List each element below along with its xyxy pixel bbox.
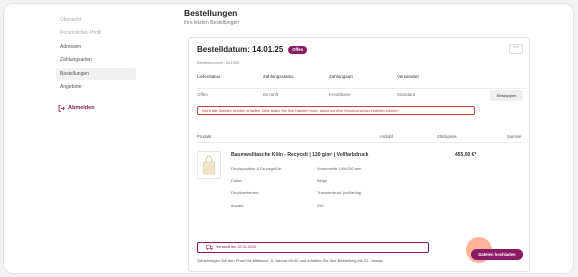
sidebar-item-orders[interactable]: Bestellungen [56,67,136,80]
collapse-button[interactable]: Einklappen [490,90,523,101]
sum-column-header: Summe [507,134,522,139]
page-subtitle: Ihre letzten Bestellungen [184,20,240,26]
shipping-date-label: Versand am 02.01.2025 [216,245,257,249]
quantity-column-header: Anzahl [380,134,393,139]
account-sidebar: Übersicht Persönliches Profil Adressen Z… [56,14,136,112]
payment-method-header: Zahlungsart [329,74,353,79]
logout-icon [58,105,65,112]
sidebar-item-addresses[interactable]: Adressen [56,41,136,53]
delivery-status-header: Lieferstatus [197,74,221,79]
spec-value: Vorderseite 140x200 mm [317,166,362,171]
order-card: Bestelldatum: 14.01.25 Offen ⋯ Bestellnu… [188,37,530,272]
spec-key: Druckverfahren: [231,190,260,196]
order-number: Bestellnummer: 051335 [197,60,240,65]
product-specs: Druckposition & Druckgröße: Vorderseite … [231,166,437,215]
shipping-method-value: Standard [397,92,416,97]
status-badge: Offen [288,45,308,54]
spec-row: Farbe: Beige [231,178,437,190]
order-date-title: Bestelldatum: 14.01.25 [197,45,284,54]
payment-status-header: Zahlungsstatus [263,74,294,79]
status-divider [197,88,525,89]
proof-deadline-note: Genehmigen Sie den Proof bis Mittwoch, 8… [197,258,384,263]
missing-files-warning: Nicht alle Dateien wurden erhalten. Bitt… [197,106,475,115]
unit-price-column-header: Stückpreis [437,134,457,139]
product-table-header: Produkt Anzahl Stückpreis Summe [197,133,525,143]
payment-status-value: Bezahlt [263,92,279,97]
payment-method-value: Kreditkarte [329,92,351,97]
sidebar-item-profile[interactable]: Persönliches Profil [56,27,136,39]
sidebar-item-payment-methods[interactable]: Zahlungsarten [56,54,136,66]
spec-row: Druckposition & Druckgröße: Vorderseite … [231,166,437,178]
spec-key: Druckposition & Druckgröße: [231,166,283,171]
page-title: Bestellungen [184,8,238,18]
spec-key: Anzahl: [231,202,245,208]
product-thumbnail[interactable] [197,151,221,179]
spec-value: 250 [317,202,324,208]
truck-icon [206,245,213,250]
logout-label: Abmelden [68,105,95,112]
shipping-method-header: Versandart [397,74,419,79]
more-options-button[interactable]: ⋯ [509,44,523,54]
shipping-date-badge: Versand am 02.01.2025 [197,242,429,253]
app-frame: Übersicht Persönliches Profil Adressen Z… [3,3,574,274]
spec-value: Beige [317,178,328,184]
order-header: Bestelldatum: 14.01.25 Offen [197,45,308,54]
product-price: 455,00 €* [455,152,477,158]
upload-files-button[interactable]: Dateien hochladen [471,249,523,260]
spec-row: Druckverfahren: Transferdruck (vollfarbi… [231,190,437,202]
sidebar-item-overview[interactable]: Übersicht [56,14,136,26]
more-dots-icon: ⋯ [513,45,519,51]
logout-link[interactable]: Abmelden [56,105,136,112]
sidebar-item-offers[interactable]: Angebote [56,81,136,93]
delivery-status-value: Offen [197,92,208,97]
tote-bag-icon [203,155,215,175]
spec-key: Farbe: [231,178,243,184]
product-title[interactable]: Baumwolltasche Köln - Recycelt | 130 g/m… [231,152,368,158]
product-column-header: Produkt [197,134,212,139]
spec-row: Anzahl: 250 [231,203,437,215]
spec-value: Transferdruck (vollfarbig) [317,190,362,196]
